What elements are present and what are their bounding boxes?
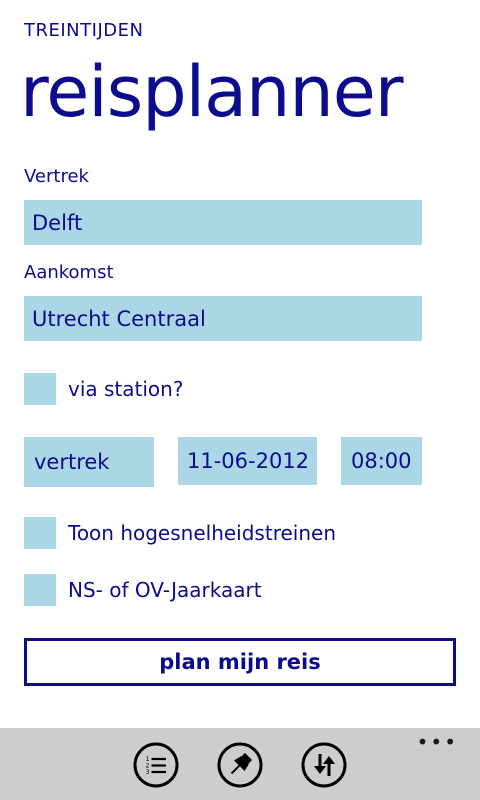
page-title: reisplanner bbox=[20, 51, 404, 133]
arrival-input[interactable]: Utrecht Centraal bbox=[24, 296, 422, 341]
time-picker[interactable]: 08:00 bbox=[341, 437, 422, 485]
time-mode-select[interactable]: vertrek bbox=[24, 437, 154, 487]
via-station-label[interactable]: via station? bbox=[68, 377, 183, 401]
app-bar: 1 2 3 ••• bbox=[0, 728, 480, 800]
annual-pass-checkbox[interactable] bbox=[24, 574, 56, 606]
list-icon[interactable]: 1 2 3 bbox=[133, 742, 179, 788]
svg-text:3: 3 bbox=[146, 768, 150, 776]
swap-icon[interactable] bbox=[301, 742, 347, 788]
departure-label: Vertrek bbox=[24, 166, 89, 187]
high-speed-checkbox[interactable] bbox=[24, 517, 56, 549]
high-speed-label[interactable]: Toon hogesnelheidstreinen bbox=[68, 521, 336, 545]
date-picker[interactable]: 11-06-2012 bbox=[178, 437, 317, 485]
more-menu-icon[interactable]: ••• bbox=[417, 730, 458, 754]
plan-trip-button[interactable]: plan mijn reis bbox=[24, 638, 456, 686]
app-title: TREINTIJDEN bbox=[24, 20, 144, 41]
pin-icon[interactable] bbox=[217, 742, 263, 788]
departure-input[interactable]: Delft bbox=[24, 200, 422, 245]
arrival-label: Aankomst bbox=[24, 262, 114, 283]
via-station-checkbox[interactable] bbox=[24, 373, 56, 405]
annual-pass-label[interactable]: NS- of OV-Jaarkaart bbox=[68, 578, 262, 602]
